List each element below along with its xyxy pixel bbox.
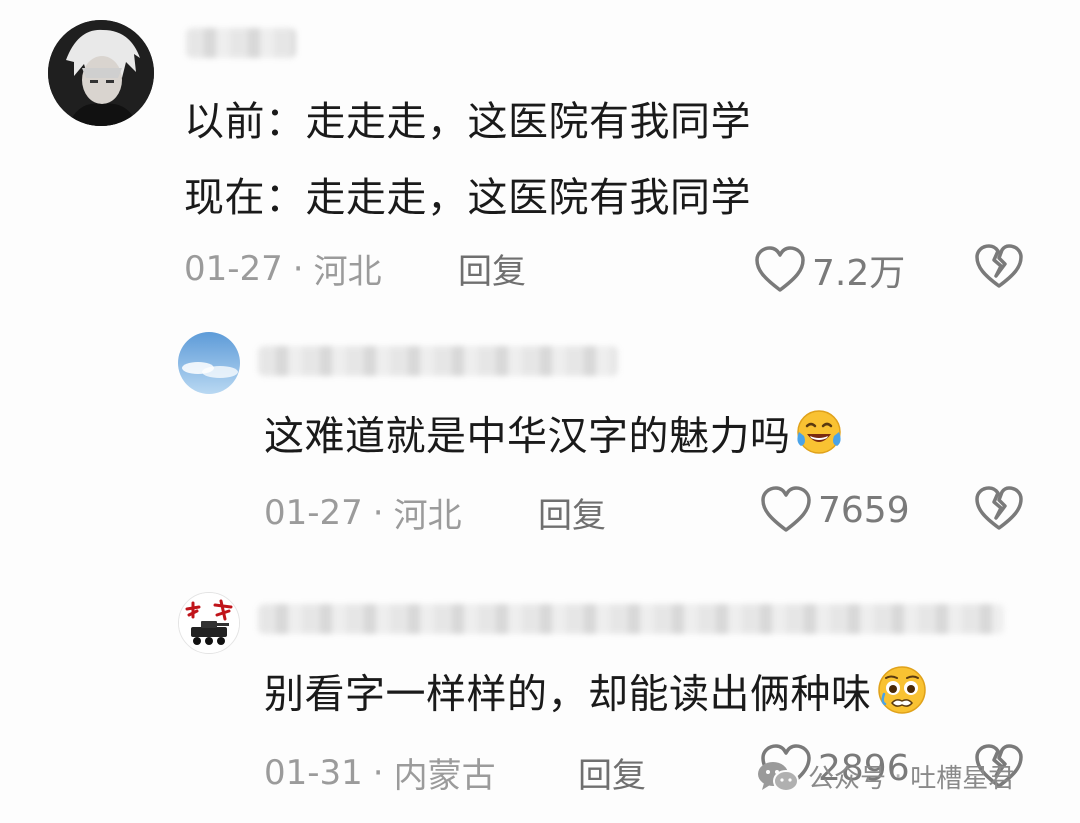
broken-heart-icon (975, 486, 1023, 530)
meta-separator: · (372, 492, 384, 533)
reply-button[interactable]: 回复 (578, 748, 646, 797)
comment-text-line-2: 现在：走走走，这医院有我同学 (184, 175, 751, 221)
username-blurred[interactable] (258, 346, 618, 376)
comment-location: 河北 (313, 252, 382, 292)
meta-separator: · (292, 248, 304, 289)
comment-meta: 01-27 · 河北 (184, 244, 382, 293)
watermark-separator: · (894, 761, 903, 792)
pleading-face-emoji (876, 664, 928, 729)
heart-icon (755, 246, 805, 292)
heart-icon (761, 486, 811, 532)
comment-date: 01-27 (184, 248, 283, 289)
avatar[interactable] (178, 592, 240, 654)
comment-location: 内蒙古 (393, 756, 496, 796)
comment-text: 这难道就是中华汉字的魅力吗 (264, 408, 843, 469)
wechat-icon (758, 761, 799, 792)
username-blurred[interactable] (258, 604, 1004, 634)
watermark-account: 吐槽星君 (910, 764, 1015, 794)
watermark: 公众号 · 吐槽星君 (756, 758, 1014, 795)
comment-text-content: 这难道就是中华汉字的魅力吗 (264, 413, 791, 460)
comment-date: 01-31 (264, 752, 363, 793)
username-blurred[interactable] (186, 28, 296, 58)
avatar[interactable] (48, 20, 154, 126)
dislike-button[interactable] (974, 486, 1024, 536)
reply-button[interactable]: 回复 (538, 488, 606, 537)
comment-text-line-1: 以前：走走走，这医院有我同学 (184, 99, 751, 145)
meta-separator: · (372, 752, 384, 793)
dislike-button[interactable] (974, 244, 1024, 294)
watermark-label: 公众号 (808, 764, 887, 794)
comment-meta: 01-27 · 河北 (264, 488, 462, 537)
avatar[interactable] (178, 332, 240, 394)
comment-text: 别看字一样样的，却能读出俩种味 (264, 664, 928, 729)
like-button[interactable]: 7.2万 (754, 244, 905, 296)
reply-button[interactable]: 回复 (458, 244, 526, 293)
comment-text-content: 别看字一样样的，却能读出俩种味 (264, 671, 872, 718)
laughing-tears-emoji (795, 408, 843, 469)
like-button[interactable]: 7659 (760, 486, 910, 534)
broken-heart-icon (975, 244, 1023, 288)
comment-date: 01-27 (264, 492, 363, 533)
like-count: 7.2万 (812, 253, 906, 294)
like-count: 7659 (818, 489, 910, 531)
comment-location: 河北 (393, 496, 462, 536)
comment-meta: 01-31 · 内蒙古 (264, 748, 496, 797)
